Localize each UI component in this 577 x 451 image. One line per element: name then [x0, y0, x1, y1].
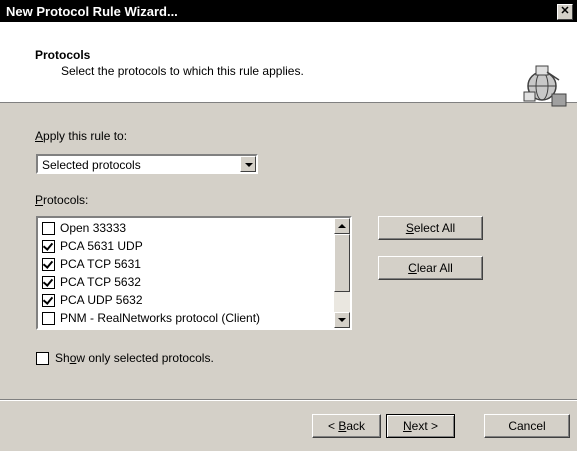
scroll-up-arrow-icon[interactable] — [334, 218, 350, 234]
protocol-checkbox[interactable] — [42, 276, 55, 289]
list-item[interactable]: PCA UDP 5632 — [42, 292, 332, 310]
vertical-scrollbar[interactable] — [334, 218, 350, 328]
apply-rule-label: Apply this rule to: — [35, 129, 128, 143]
scroll-thumb[interactable] — [334, 234, 350, 292]
wizard-header: Protocols Select the protocols to which … — [0, 22, 577, 107]
list-item[interactable]: Open 33333 — [42, 220, 332, 238]
title-bar: New Protocol Rule Wizard... ✕ — [0, 0, 577, 22]
window-title: New Protocol Rule Wizard... — [6, 4, 178, 19]
cancel-button[interactable]: Cancel — [484, 414, 570, 438]
protocol-checkbox[interactable] — [42, 240, 55, 253]
network-globe-icon — [523, 65, 567, 107]
protocols-list[interactable]: Open 33333 PCA 5631 UDP PCA TCP 5631 PCA… — [36, 216, 352, 330]
apply-rule-value: Selected protocols — [42, 158, 141, 172]
next-button[interactable]: Next > — [386, 414, 455, 438]
footer-divider — [0, 399, 577, 401]
back-button[interactable]: < Back — [312, 414, 381, 438]
protocol-checkbox[interactable] — [42, 222, 55, 235]
page-title: Protocols — [35, 48, 91, 62]
list-item[interactable]: PNM - RealNetworks protocol (Client) — [42, 310, 332, 328]
apply-rule-dropdown[interactable]: Selected protocols — [36, 154, 258, 174]
list-item[interactable]: PCA TCP 5632 — [42, 274, 332, 292]
clear-all-button[interactable]: Clear All — [378, 256, 483, 280]
protocols-label: Protocols: — [35, 193, 89, 207]
protocol-checkbox[interactable] — [42, 312, 55, 325]
protocol-checkbox[interactable] — [42, 258, 55, 271]
show-only-selected-checkbox[interactable] — [36, 352, 49, 365]
list-item[interactable]: PCA TCP 5631 — [42, 256, 332, 274]
page-subtitle: Select the protocols to which this rule … — [61, 64, 304, 78]
chevron-down-icon[interactable] — [240, 156, 256, 172]
close-button[interactable]: ✕ — [557, 4, 573, 20]
list-item[interactable]: PCA 5631 UDP — [42, 238, 332, 256]
show-only-selected-label[interactable]: Show only selected protocols. — [55, 351, 214, 365]
select-all-button[interactable]: Select All — [378, 216, 483, 240]
protocol-checkbox[interactable] — [42, 294, 55, 307]
scroll-down-arrow-icon[interactable] — [334, 312, 350, 328]
